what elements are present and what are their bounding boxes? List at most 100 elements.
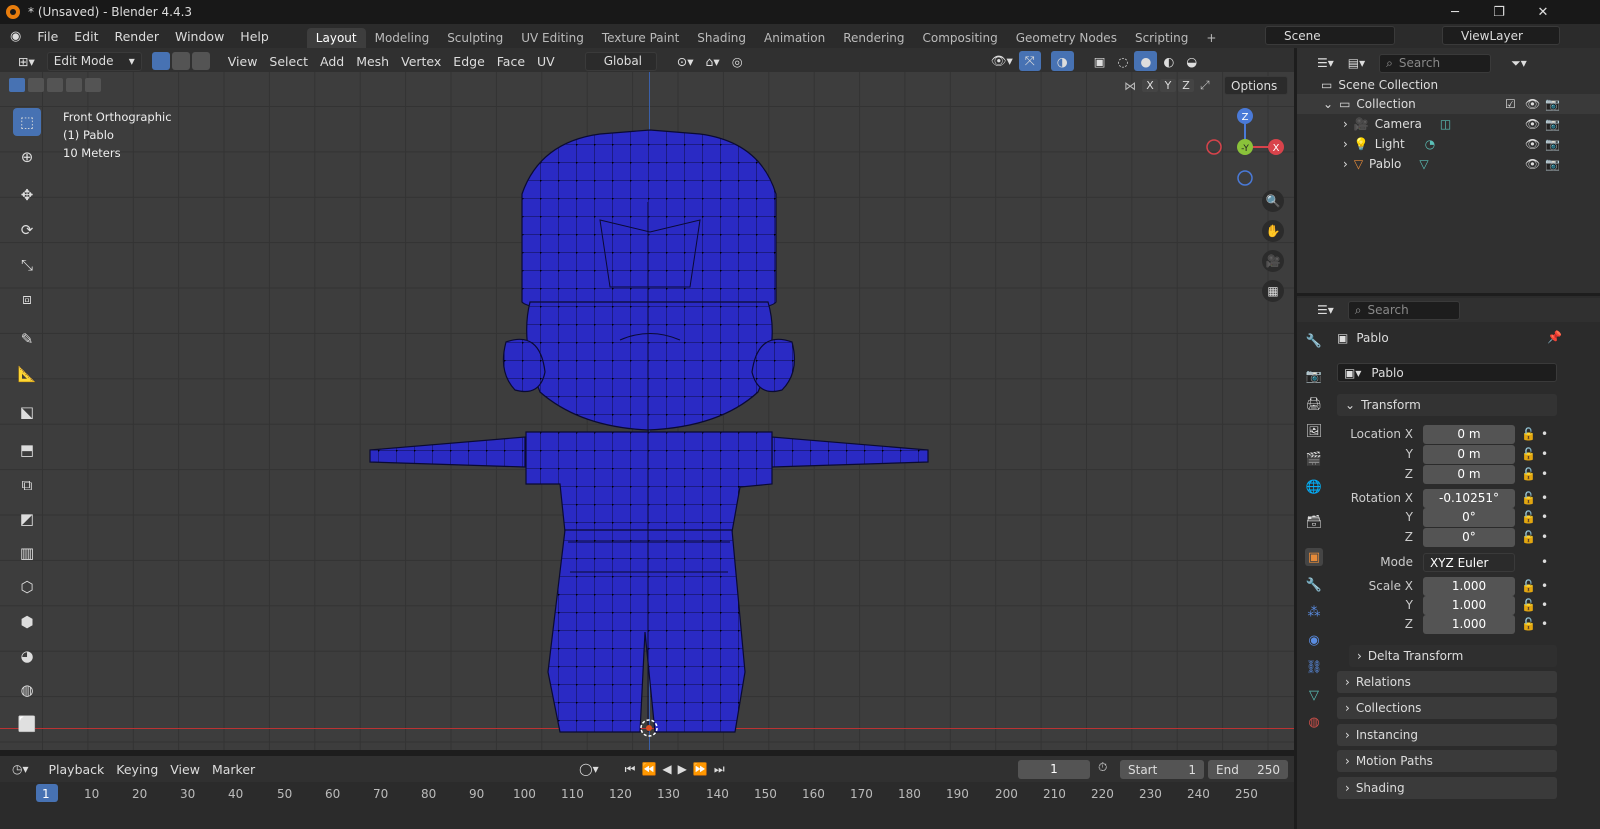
- overlay-toggle-icon[interactable]: ◑: [1050, 51, 1074, 71]
- menu-edit[interactable]: Edit: [66, 29, 106, 44]
- navigation-gizmo[interactable]: Z X -Y: [1202, 104, 1292, 186]
- scene-selector[interactable]: Scene: [1265, 26, 1395, 45]
- menu-edge[interactable]: Edge: [447, 51, 490, 71]
- orientation-selector[interactable]: Global: [584, 51, 657, 71]
- collection-row[interactable]: ⌄ ▭ Collection ☑ 👁 📷: [1297, 94, 1600, 114]
- scene-tab-icon[interactable]: 🎬: [1305, 450, 1323, 468]
- menu-view[interactable]: View: [222, 51, 264, 71]
- menu-mesh[interactable]: Mesh: [350, 51, 395, 71]
- scale-z-field[interactable]: 1.000: [1423, 614, 1515, 634]
- expand-chevron-icon[interactable]: ›: [1343, 117, 1348, 131]
- keyframe-dot-icon[interactable]: •: [1541, 579, 1548, 593]
- keyframe-dot-icon[interactable]: •: [1541, 467, 1548, 481]
- world-tab-icon[interactable]: 🌐: [1305, 478, 1323, 496]
- scale-x-field[interactable]: 1.000: [1423, 576, 1515, 596]
- tab-modeling[interactable]: Modeling: [366, 28, 439, 48]
- rotation-x-field[interactable]: -0.10251°: [1423, 488, 1515, 508]
- properties-editor-icon[interactable]: ☰▾: [1317, 303, 1334, 317]
- shading-rendered-icon[interactable]: ◒: [1180, 51, 1203, 71]
- lock-icon[interactable]: 🔓: [1521, 598, 1536, 612]
- instancing-panel[interactable]: › Instancing: [1337, 724, 1557, 746]
- shading-material-icon[interactable]: ◐: [1157, 51, 1180, 71]
- start-frame-field[interactable]: Start 1: [1120, 760, 1204, 779]
- menu-face[interactable]: Face: [491, 51, 531, 71]
- lock-icon[interactable]: 🔓: [1521, 530, 1536, 544]
- motion-paths-panel[interactable]: › Motion Paths: [1337, 750, 1557, 772]
- lock-icon[interactable]: 🔓: [1521, 427, 1536, 441]
- data-tab-icon[interactable]: ▽: [1305, 686, 1323, 704]
- keyframe-dot-icon[interactable]: •: [1541, 510, 1548, 524]
- mesh-object-pablo[interactable]: [0, 72, 1294, 750]
- current-frame-field[interactable]: 1: [1018, 760, 1090, 779]
- tab-layout[interactable]: Layout: [306, 28, 366, 48]
- view-layer-tab-icon[interactable]: 🖼: [1305, 422, 1323, 440]
- shading-wireframe-icon[interactable]: ◌: [1112, 51, 1135, 71]
- menu-help[interactable]: Help: [232, 29, 277, 44]
- filter-icon[interactable]: ⏷▾: [1511, 56, 1527, 71]
- expand-chevron-icon[interactable]: ›: [1343, 137, 1348, 151]
- display-mode-icon[interactable]: ▤▾: [1348, 56, 1365, 70]
- menu-playback[interactable]: Playback: [43, 759, 111, 779]
- scene-collection-row[interactable]: ▭ Scene Collection: [1297, 75, 1600, 95]
- jump-keyframe-back-icon[interactable]: ⏪: [641, 762, 656, 776]
- pin-icon[interactable]: 📌: [1547, 330, 1562, 344]
- stopwatch-icon[interactable]: ⏱: [1098, 760, 1107, 775]
- pivot-icon[interactable]: ⊙▾: [671, 51, 700, 71]
- jump-keyframe-forward-icon[interactable]: ⏩: [693, 762, 708, 776]
- outliner-item-light[interactable]: › 💡 Light ◔ 👁 📷: [1297, 134, 1600, 154]
- camera-view-icon[interactable]: 🎥: [1262, 250, 1284, 272]
- menu-add[interactable]: Add: [314, 51, 350, 71]
- lock-icon[interactable]: 🔓: [1521, 491, 1536, 505]
- expand-chevron-icon[interactable]: ›: [1343, 157, 1348, 171]
- location-x-field[interactable]: 0 m: [1423, 424, 1515, 444]
- face-select-icon[interactable]: [191, 52, 210, 70]
- outliner-search-input[interactable]: ⌕ Search: [1379, 53, 1492, 73]
- rotation-y-field[interactable]: 0°: [1423, 507, 1515, 527]
- timeline-editor-icon[interactable]: ◷▾: [12, 762, 29, 776]
- lock-icon[interactable]: 🔓: [1521, 510, 1536, 524]
- collection-tab-icon[interactable]: 🗃: [1305, 513, 1323, 531]
- tab-sculpting[interactable]: Sculpting: [438, 28, 512, 48]
- collapse-chevron-icon[interactable]: ⌄: [1323, 97, 1333, 111]
- eye-icon[interactable]: 👁: [1525, 117, 1540, 131]
- zoom-icon[interactable]: 🔍: [1262, 190, 1284, 212]
- rotation-mode-dropdown[interactable]: XYZ Euler: [1423, 552, 1515, 572]
- rotation-z-field[interactable]: 0°: [1423, 527, 1515, 547]
- lock-icon[interactable]: 🔓: [1521, 467, 1536, 481]
- proportional-edit-icon[interactable]: ◎: [726, 51, 749, 71]
- close-button[interactable]: ✕: [1520, 0, 1566, 24]
- camera-render-icon[interactable]: 📷: [1545, 157, 1560, 171]
- minimize-button[interactable]: ─: [1432, 0, 1478, 24]
- lock-icon[interactable]: 🔓: [1521, 579, 1536, 593]
- shading-panel[interactable]: › Shading: [1337, 777, 1557, 799]
- menu-render[interactable]: Render: [106, 29, 167, 44]
- outliner-editor-icon[interactable]: ☰▾: [1317, 56, 1334, 70]
- camera-render-icon[interactable]: 📷: [1545, 97, 1560, 111]
- edge-select-icon[interactable]: [171, 52, 190, 70]
- menu-keying[interactable]: Keying: [110, 759, 164, 779]
- ortho-grid-icon[interactable]: ▦: [1262, 280, 1284, 302]
- snap-icon[interactable]: ⌂▾: [699, 51, 725, 71]
- render-tab-icon[interactable]: 📷: [1305, 367, 1323, 385]
- play-reverse-icon[interactable]: ◀: [662, 762, 671, 776]
- editor-type-icon[interactable]: ⊞▾: [12, 51, 41, 71]
- vertex-select-icon[interactable]: [151, 52, 170, 70]
- relations-panel[interactable]: › Relations: [1337, 671, 1557, 693]
- delta-transform-subpanel[interactable]: › Delta Transform: [1349, 645, 1557, 667]
- keyframe-dot-icon[interactable]: •: [1541, 447, 1548, 461]
- eye-icon[interactable]: 👁: [1525, 137, 1540, 151]
- location-z-field[interactable]: 0 m: [1423, 464, 1515, 484]
- menu-marker[interactable]: Marker: [206, 759, 261, 779]
- outliner-item-camera[interactable]: › 🎥 Camera ◫ 👁 📷: [1297, 114, 1600, 134]
- lock-icon[interactable]: 🔓: [1521, 617, 1536, 631]
- properties-search-input[interactable]: ⌕ Search: [1347, 300, 1460, 320]
- 3d-viewport[interactable]: Front Orthographic (1) Pablo 10 Meters ⋈…: [0, 72, 1294, 750]
- visibility-icon[interactable]: 👁▾: [985, 51, 1019, 71]
- menu-select[interactable]: Select: [263, 51, 314, 71]
- pan-hand-icon[interactable]: ✋: [1262, 220, 1284, 242]
- shading-solid-icon[interactable]: ●: [1134, 51, 1158, 71]
- keyframe-dot-icon[interactable]: •: [1541, 617, 1548, 631]
- physics-tab-icon[interactable]: ◉: [1305, 631, 1323, 649]
- tab-animation[interactable]: Animation: [755, 28, 834, 48]
- transform-panel-header[interactable]: ⌄ Transform: [1337, 394, 1557, 416]
